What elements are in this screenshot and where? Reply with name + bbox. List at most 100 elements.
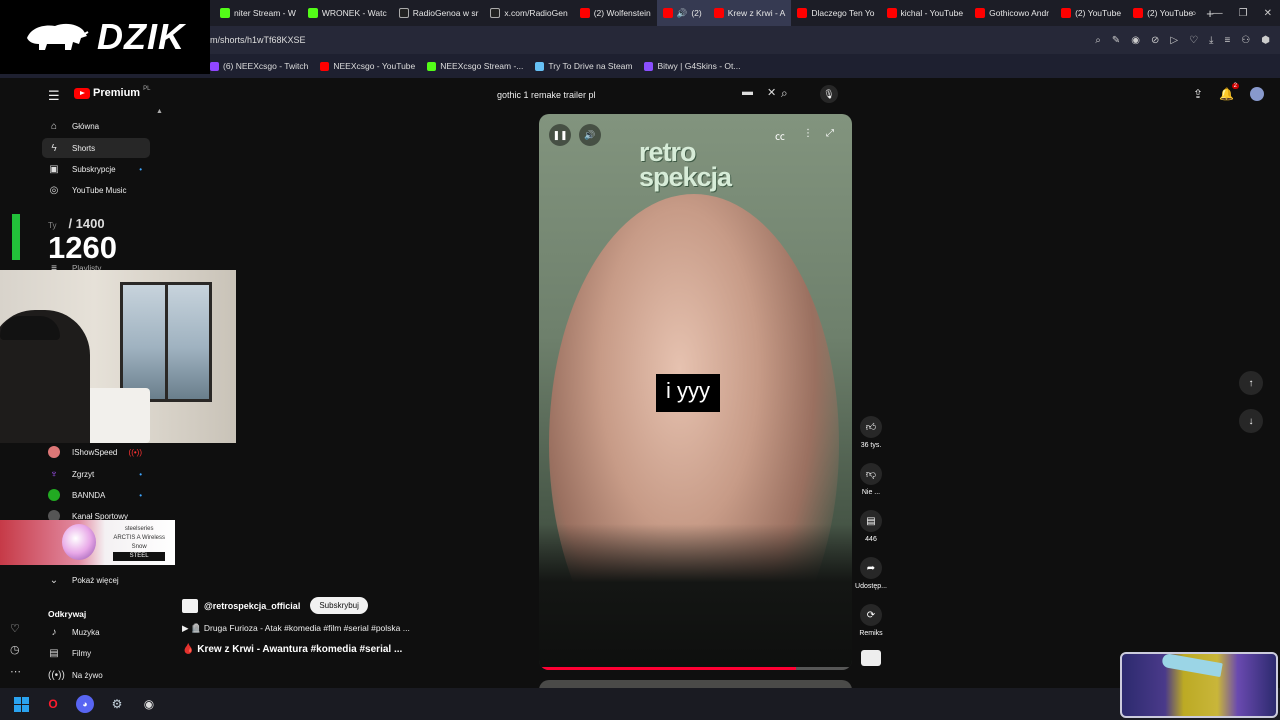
volume-icon[interactable]: 🔊 <box>579 124 601 146</box>
subscribe-button[interactable]: Subskrybuj <box>310 597 368 614</box>
heart-icon[interactable]: ♡ <box>1189 35 1198 46</box>
obs-icon[interactable]: ◉ <box>140 695 158 713</box>
sidebar-item-youtube-music[interactable]: ◎ YouTube Music <box>42 180 150 200</box>
menu-icon[interactable]: ≡ <box>1224 35 1230 46</box>
bookmark-3[interactable]: Try To Drive na Steam <box>535 61 632 71</box>
keyboard-icon[interactable]: ▬ <box>742 86 753 99</box>
remix-action[interactable]: ⟳ Remiks <box>856 604 886 637</box>
pause-icon[interactable]: ❚❚ <box>549 124 571 146</box>
youtube-logo[interactable]: Premium PL <box>74 86 150 99</box>
bookmark-0[interactable]: (6) NEEXcsgo - Twitch <box>210 61 308 71</box>
fullscreen-icon[interactable]: ⤢ <box>826 128 834 139</box>
sidebar-explore-live[interactable]: ((•)) Na żywo <box>42 665 150 685</box>
sidebar-item-home[interactable]: ⌂ Główna <box>42 116 150 136</box>
tab-2[interactable]: RadioGenoa w sr <box>393 0 485 26</box>
extension-icon[interactable]: ⬢ <box>1261 35 1270 46</box>
url-field[interactable]: m/shorts/h1wTf68KXSE <box>210 35 306 45</box>
clear-search-icon[interactable]: ✕ <box>767 86 776 99</box>
explore-heading: Odkrywaj <box>48 609 87 619</box>
tab-7[interactable]: Dlaczego Ten Yo <box>791 0 880 26</box>
comments-action[interactable]: ▤ 446 <box>856 510 886 543</box>
sidebar-explore-music[interactable]: ♪ Muzyka <box>42 622 150 642</box>
tab-1[interactable]: WRONEK - Watc <box>302 0 393 26</box>
notifications-bell-icon[interactable]: 🔔 2 <box>1219 83 1239 101</box>
g4skins-icon <box>644 61 654 71</box>
video-progress-bar[interactable] <box>539 667 852 670</box>
thumbs-up-icon[interactable]: 👍︎ <box>860 416 882 438</box>
sidebar-scroll-up-icon[interactable]: ▲ <box>156 108 163 115</box>
windows-start-icon[interactable] <box>12 695 30 713</box>
profile-icon[interactable]: ⚇ <box>1241 35 1250 46</box>
opera-gx-icon[interactable]: O <box>44 695 62 713</box>
previous-short-arrow-icon[interactable]: ↑ <box>1239 371 1263 395</box>
sidebar-explore-movies[interactable]: ▤ Filmy <box>42 643 150 663</box>
tab-10[interactable]: (2) YouTube <box>1055 0 1127 26</box>
sound-channel-avatar[interactable] <box>861 650 881 666</box>
tab-8[interactable]: kichal - YouTube <box>881 0 970 26</box>
shorts-video-player[interactable]: retro spekcja ❚❚ 🔊 ㏄ ⋮ ⤢ i yyy <box>539 114 852 670</box>
dislike-action[interactable]: 👎︎ Nie ... <box>856 463 886 496</box>
share-action[interactable]: ➦ Udostęp... <box>855 557 887 590</box>
short-title[interactable]: 🩸 Krew z Krwi - Awantura #komedia #seria… <box>182 644 402 655</box>
channel-handle[interactable]: @retrospekcja_official <box>204 601 300 611</box>
speaker-icon[interactable]: 🔊 <box>677 8 688 19</box>
block-icon[interactable]: ⊘ <box>1151 35 1159 46</box>
related-video-link[interactable]: ▶ 🪦 Druga Furioza - Atak #komedia #film … <box>182 623 410 634</box>
camera-icon[interactable]: ◉ <box>1131 35 1140 46</box>
share-icon[interactable]: ➦ <box>860 557 882 579</box>
search-button-icon[interactable]: ⌕ <box>781 86 788 101</box>
more-icon[interactable]: ⋯ <box>10 665 21 678</box>
sidebar-channel-bannda[interactable]: BANNDA • <box>42 485 150 505</box>
youtube-icon <box>579 8 590 18</box>
sidebar-show-more[interactable]: ⌄ Pokaż więcej <box>42 570 150 590</box>
film-icon: ▤ <box>49 647 59 659</box>
voice-search-mic-icon[interactable]: 🎙 <box>820 85 838 103</box>
remix-icon[interactable]: ⟳ <box>860 604 882 626</box>
subscriptions-icon: ▣ <box>49 163 59 175</box>
account-avatar[interactable] <box>1250 87 1264 101</box>
heart-icon[interactable]: ♡ <box>10 622 20 635</box>
search-input[interactable]: gothic 1 remake trailer pl <box>487 84 777 106</box>
tab-11[interactable]: (2) YouTube <box>1127 0 1199 26</box>
channel-avatar[interactable] <box>182 598 198 613</box>
discord-icon[interactable]: ◕ <box>76 695 94 713</box>
tab-0[interactable]: niter Stream - W <box>214 0 302 26</box>
webcam-window <box>120 282 212 402</box>
steam-icon[interactable]: ⚙ <box>108 695 126 713</box>
comment-icon[interactable]: ▤ <box>860 510 882 532</box>
play-icon[interactable]: ▷ <box>1170 35 1178 46</box>
like-action[interactable]: 👍︎ 36 tys. <box>856 416 886 449</box>
live-dot: ((•)) <box>128 447 142 457</box>
close-icon[interactable]: ✕ <box>1264 8 1272 19</box>
counter-header: Ty/ 1400 <box>48 216 105 231</box>
chevron-down-icon: ⌄ <box>49 574 59 586</box>
sidebar-channel-zgrzyt[interactable]: ♆ Zgrzyt • <box>42 464 150 484</box>
edit-icon[interactable]: ✎ <box>1112 35 1120 46</box>
sidebar-item-subscriptions[interactable]: ▣ Subskrypcje • <box>42 159 150 179</box>
upload-icon[interactable]: ⇪ <box>1193 87 1203 101</box>
more-options-icon[interactable]: ⋮ <box>803 128 813 139</box>
tab-6[interactable]: Krew z Krwi - A <box>707 0 792 26</box>
thumbs-down-icon[interactable]: 👎︎ <box>860 463 882 485</box>
tab-5[interactable]: 🔊 (2) <box>656 0 708 26</box>
download-icon[interactable]: ⤓ <box>1209 35 1213 46</box>
sidebar-channel-ishowspeed[interactable]: IShowSpeed ((•)) <box>42 442 150 462</box>
captions-icon[interactable]: ㏄ <box>775 128 785 143</box>
webcam-cap <box>0 316 60 340</box>
minimize-icon[interactable]: — <box>1213 8 1223 19</box>
bookmark-2[interactable]: NEEXcsgo Stream -... <box>427 61 523 71</box>
x-icon <box>490 8 501 18</box>
tab-search-icon[interactable]: ⌕ <box>1191 8 1197 19</box>
next-short-arrow-icon[interactable]: ↓ <box>1239 409 1263 433</box>
hamburger-menu-icon[interactable]: ☰ <box>48 88 60 104</box>
tab-4[interactable]: (2) Wolfenstein <box>574 0 657 26</box>
tab-3[interactable]: x.com/RadioGen <box>484 0 573 26</box>
history-icon[interactable]: ◷ <box>10 643 20 656</box>
sidebar-item-shorts[interactable]: ϟ Shorts <box>42 138 150 158</box>
tab-9[interactable]: Gothicowo Andr <box>969 0 1055 26</box>
kick-icon <box>307 8 318 18</box>
search-icon[interactable]: ⌕ <box>1095 35 1101 46</box>
bookmark-1[interactable]: NEEXcsgo - YouTube <box>320 61 415 71</box>
bookmark-4[interactable]: Bitwy | G4Skins - Ot... <box>644 61 740 71</box>
maximize-icon[interactable]: ❐ <box>1239 8 1248 19</box>
